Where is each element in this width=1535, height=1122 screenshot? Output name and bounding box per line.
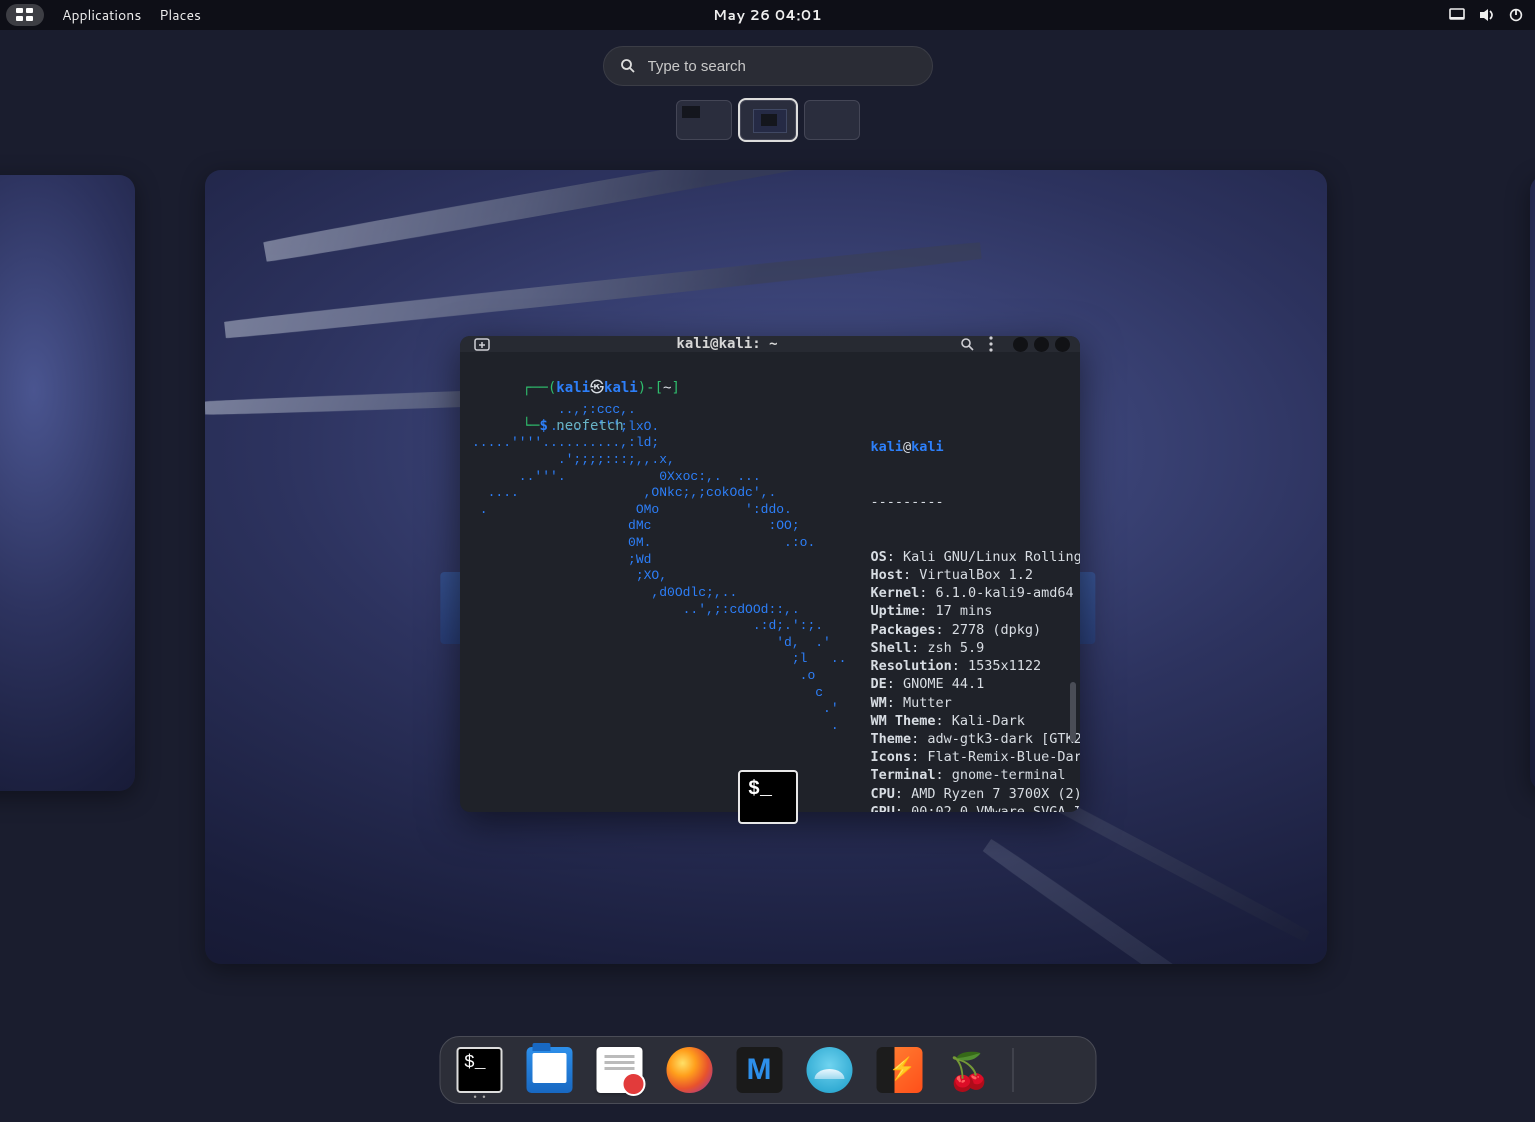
window-minimize-button[interactable] [1013, 337, 1028, 352]
dock-item-burpsuite[interactable] [876, 1047, 922, 1093]
dock-item-show-apps[interactable] [1033, 1047, 1079, 1093]
workspace-thumb-3[interactable] [804, 100, 860, 140]
dock-item-cherrytree[interactable]: 🍒 [946, 1047, 992, 1093]
terminal-menu-icon[interactable] [989, 336, 993, 352]
dock-item-wireshark[interactable] [806, 1047, 852, 1093]
workspace-preview-prev[interactable] [0, 175, 135, 791]
clock[interactable]: May 26 04:01 [713, 5, 822, 25]
search-in-terminal-icon[interactable] [960, 337, 975, 352]
workspace-thumb-1[interactable] [676, 100, 732, 140]
window-close-button[interactable] [1055, 337, 1070, 352]
dock: $_ M 🍒 [439, 1036, 1096, 1104]
workspace-thumb-2[interactable] [740, 100, 796, 140]
search-input[interactable] [648, 58, 916, 75]
terminal-prompt: ┌──(kali㉿kali)-[~] └─$ neofetch [472, 360, 680, 454]
overview-search[interactable] [603, 46, 933, 86]
workspace-switcher [676, 100, 860, 140]
top-bar: Applications Places May 26 04:01 [0, 0, 1535, 30]
dock-item-terminal[interactable]: $_ [456, 1047, 502, 1093]
activities-icon [16, 8, 34, 22]
neofetch-info: kali@kali --------- OS: Kali GNU/Linux R… [870, 402, 1080, 812]
dock-item-text-editor[interactable] [596, 1047, 642, 1093]
dock-item-firefox[interactable] [666, 1047, 712, 1093]
volume-icon[interactable] [1479, 8, 1495, 22]
wallpaper-decoration [263, 170, 897, 264]
terminal-title: kali@kali: ~ [494, 336, 960, 352]
activities-button[interactable] [6, 4, 44, 26]
new-tab-icon[interactable] [474, 337, 490, 351]
neofetch-ascii: ..,;:ccc,. ......''';lxO. .....''''.....… [472, 402, 846, 812]
wallpaper-decoration [224, 241, 982, 340]
dock-item-metasploit[interactable]: M [736, 1047, 782, 1093]
power-icon[interactable] [1509, 8, 1523, 22]
search-icon [620, 58, 636, 74]
workspace-preview-next[interactable] [1530, 175, 1535, 791]
terminal-headerbar: kali@kali: ~ [460, 336, 1080, 352]
applications-menu[interactable]: Applications [62, 5, 141, 25]
terminal-body[interactable]: ┌──(kali㉿kali)-[~] └─$ neofetch ..,;:ccc… [460, 352, 1080, 812]
terminal-window[interactable]: kali@kali: ~ ┌──(kali㉿kali)-[~] └─$ neof… [460, 336, 1080, 812]
places-menu[interactable]: Places [159, 5, 201, 25]
screen-icon[interactable] [1449, 8, 1465, 22]
window-maximize-button[interactable] [1034, 337, 1049, 352]
terminal-scrollbar[interactable] [1070, 682, 1076, 742]
dock-separator [1012, 1048, 1013, 1092]
window-app-icon: $_ [738, 770, 798, 824]
dock-item-files[interactable] [526, 1047, 572, 1093]
